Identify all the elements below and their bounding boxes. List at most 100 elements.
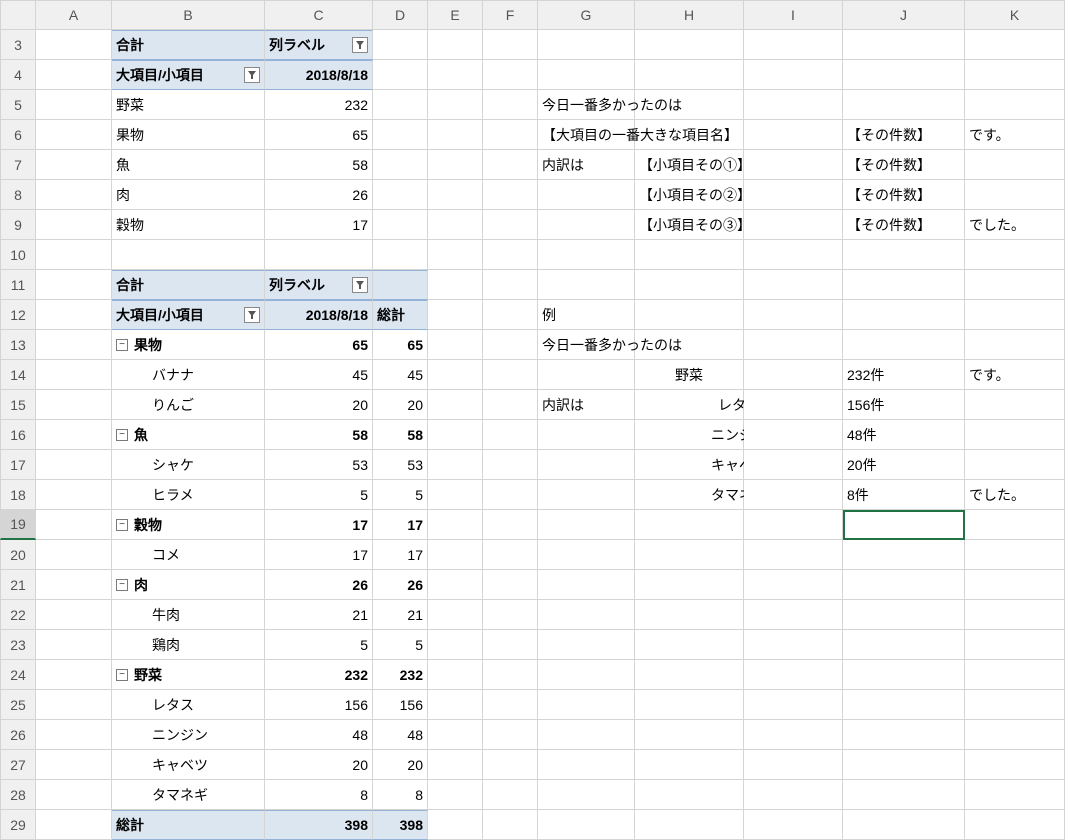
cell-A26[interactable]	[36, 720, 112, 750]
cell-K24[interactable]	[965, 660, 1065, 690]
cell-G16[interactable]	[538, 420, 635, 450]
cell-A20[interactable]	[36, 540, 112, 570]
collapse-icon[interactable]: −	[116, 429, 128, 441]
cell-B15[interactable]: りんご	[112, 390, 265, 420]
cell-A22[interactable]	[36, 600, 112, 630]
cell-A5[interactable]	[36, 90, 112, 120]
cell-F20[interactable]	[483, 540, 538, 570]
cell-F6[interactable]	[483, 120, 538, 150]
cell-B4[interactable]: 大項目/小項目	[112, 60, 265, 90]
column-header-G[interactable]: G	[538, 0, 635, 30]
cell-H9[interactable]: 【小項目その③】	[635, 210, 744, 240]
row-header-4[interactable]: 4	[0, 60, 36, 90]
cell-H26[interactable]	[635, 720, 744, 750]
cell-K6[interactable]: です。	[965, 120, 1065, 150]
cell-J3[interactable]	[843, 30, 965, 60]
row-header-3[interactable]: 3	[0, 30, 36, 60]
cell-D23[interactable]: 5	[373, 630, 428, 660]
cell-D15[interactable]: 20	[373, 390, 428, 420]
cell-I12[interactable]	[744, 300, 843, 330]
cell-E8[interactable]	[428, 180, 483, 210]
cell-C14[interactable]: 45	[265, 360, 373, 390]
cell-I28[interactable]	[744, 780, 843, 810]
cell-F11[interactable]	[483, 270, 538, 300]
column-header-E[interactable]: E	[428, 0, 483, 30]
cell-J20[interactable]	[843, 540, 965, 570]
cell-G8[interactable]	[538, 180, 635, 210]
row-header-23[interactable]: 23	[0, 630, 36, 660]
cell-I11[interactable]	[744, 270, 843, 300]
cell-C25[interactable]: 156	[265, 690, 373, 720]
cell-H27[interactable]	[635, 750, 744, 780]
cell-I24[interactable]	[744, 660, 843, 690]
cell-E11[interactable]	[428, 270, 483, 300]
cell-D17[interactable]: 53	[373, 450, 428, 480]
cell-J23[interactable]	[843, 630, 965, 660]
cell-D20[interactable]: 17	[373, 540, 428, 570]
cell-B19[interactable]: −穀物	[112, 510, 265, 540]
cell-J9[interactable]: 【その件数】	[843, 210, 965, 240]
cell-B25[interactable]: レタス	[112, 690, 265, 720]
cell-J10[interactable]	[843, 240, 965, 270]
row-header-18[interactable]: 18	[0, 480, 36, 510]
cell-E26[interactable]	[428, 720, 483, 750]
cell-J22[interactable]	[843, 600, 965, 630]
cell-K13[interactable]	[965, 330, 1065, 360]
cell-D11[interactable]	[373, 270, 428, 300]
row-header-26[interactable]: 26	[0, 720, 36, 750]
cell-E10[interactable]	[428, 240, 483, 270]
cell-H8[interactable]: 【小項目その②】	[635, 180, 744, 210]
cell-E16[interactable]	[428, 420, 483, 450]
cell-F16[interactable]	[483, 420, 538, 450]
cell-G4[interactable]	[538, 60, 635, 90]
cell-K12[interactable]	[965, 300, 1065, 330]
cell-F3[interactable]	[483, 30, 538, 60]
row-header-12[interactable]: 12	[0, 300, 36, 330]
cell-D5[interactable]	[373, 90, 428, 120]
cell-I13[interactable]	[744, 330, 843, 360]
cell-C24[interactable]: 232	[265, 660, 373, 690]
cell-E12[interactable]	[428, 300, 483, 330]
cell-B21[interactable]: −肉	[112, 570, 265, 600]
cell-B3[interactable]: 合計	[112, 30, 265, 60]
row-header-5[interactable]: 5	[0, 90, 36, 120]
cell-D28[interactable]: 8	[373, 780, 428, 810]
cell-C18[interactable]: 5	[265, 480, 373, 510]
cell-A23[interactable]	[36, 630, 112, 660]
column-header-B[interactable]: B	[112, 0, 265, 30]
cell-I26[interactable]	[744, 720, 843, 750]
cell-H3[interactable]	[635, 30, 744, 60]
cell-K16[interactable]	[965, 420, 1065, 450]
cell-D7[interactable]	[373, 150, 428, 180]
row-header-29[interactable]: 29	[0, 810, 36, 840]
cell-B17[interactable]: シャケ	[112, 450, 265, 480]
cell-H22[interactable]	[635, 600, 744, 630]
cell-H10[interactable]	[635, 240, 744, 270]
cell-C26[interactable]: 48	[265, 720, 373, 750]
cell-K26[interactable]	[965, 720, 1065, 750]
row-header-28[interactable]: 28	[0, 780, 36, 810]
cell-G13[interactable]: 今日一番多かったのは	[538, 330, 635, 360]
cell-C9[interactable]: 17	[265, 210, 373, 240]
cell-H21[interactable]	[635, 570, 744, 600]
cell-H25[interactable]	[635, 690, 744, 720]
cell-F28[interactable]	[483, 780, 538, 810]
cell-A16[interactable]	[36, 420, 112, 450]
cell-G7[interactable]: 内訳は	[538, 150, 635, 180]
cell-F22[interactable]	[483, 600, 538, 630]
cell-I18[interactable]	[744, 480, 843, 510]
cell-C4[interactable]: 2018/8/18	[265, 60, 373, 90]
cell-B7[interactable]: 魚	[112, 150, 265, 180]
cell-K7[interactable]	[965, 150, 1065, 180]
cell-C5[interactable]: 232	[265, 90, 373, 120]
cell-K28[interactable]	[965, 780, 1065, 810]
cell-A8[interactable]	[36, 180, 112, 210]
row-header-17[interactable]: 17	[0, 450, 36, 480]
cell-C13[interactable]: 65	[265, 330, 373, 360]
cell-B29[interactable]: 総計	[112, 810, 265, 840]
cell-D21[interactable]: 26	[373, 570, 428, 600]
cell-E18[interactable]	[428, 480, 483, 510]
cell-B18[interactable]: ヒラメ	[112, 480, 265, 510]
cell-F25[interactable]	[483, 690, 538, 720]
cell-I22[interactable]	[744, 600, 843, 630]
